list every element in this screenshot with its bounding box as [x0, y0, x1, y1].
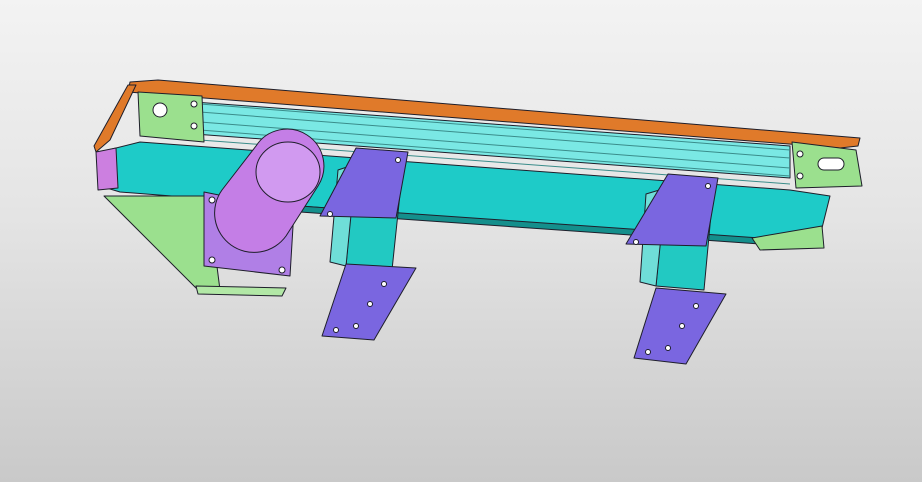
- end-plate-left-bolt-2: [190, 122, 198, 130]
- conveyor-model-render[interactable]: [0, 0, 922, 482]
- motor-flange-bolt-1: [208, 196, 216, 204]
- end-plate-right-bolt-2: [796, 172, 804, 180]
- foot-2-bolt-1: [693, 303, 699, 309]
- conveyor-belt-edge-left: [93, 84, 137, 153]
- motor-mount-base: [195, 285, 287, 297]
- motor-mount-bracket: [103, 195, 221, 291]
- drive-motor-end-cap: [255, 141, 321, 203]
- end-plate-left: [137, 91, 205, 143]
- support-leg-1-top-bolt-2: [395, 157, 401, 163]
- end-roller-left: [95, 147, 119, 191]
- foot-2-bolt-2: [679, 323, 685, 329]
- support-leg-1-top-bolt: [327, 211, 333, 217]
- end-plate-right-slot: [817, 157, 845, 171]
- foot-1-bolt-1: [381, 281, 387, 287]
- foot-1-bolt-2: [367, 301, 373, 307]
- support-leg-2-top-bolt: [633, 239, 639, 245]
- foot-2-bolt-3: [665, 345, 671, 351]
- motor-flange-bolt-2: [278, 266, 286, 274]
- end-plate-left-bolt-1: [190, 100, 198, 108]
- motor-flange-bolt-3: [208, 256, 216, 264]
- cad-3d-viewport[interactable]: [0, 0, 922, 482]
- end-plate-left-hole: [152, 102, 168, 118]
- foot-2-bolt-4: [645, 349, 651, 355]
- foot-1-bolt-3: [353, 323, 359, 329]
- foot-1-bolt-4: [333, 327, 339, 333]
- end-plate-right-bolt-1: [796, 150, 804, 158]
- support-leg-2-top-bolt-2: [705, 183, 711, 189]
